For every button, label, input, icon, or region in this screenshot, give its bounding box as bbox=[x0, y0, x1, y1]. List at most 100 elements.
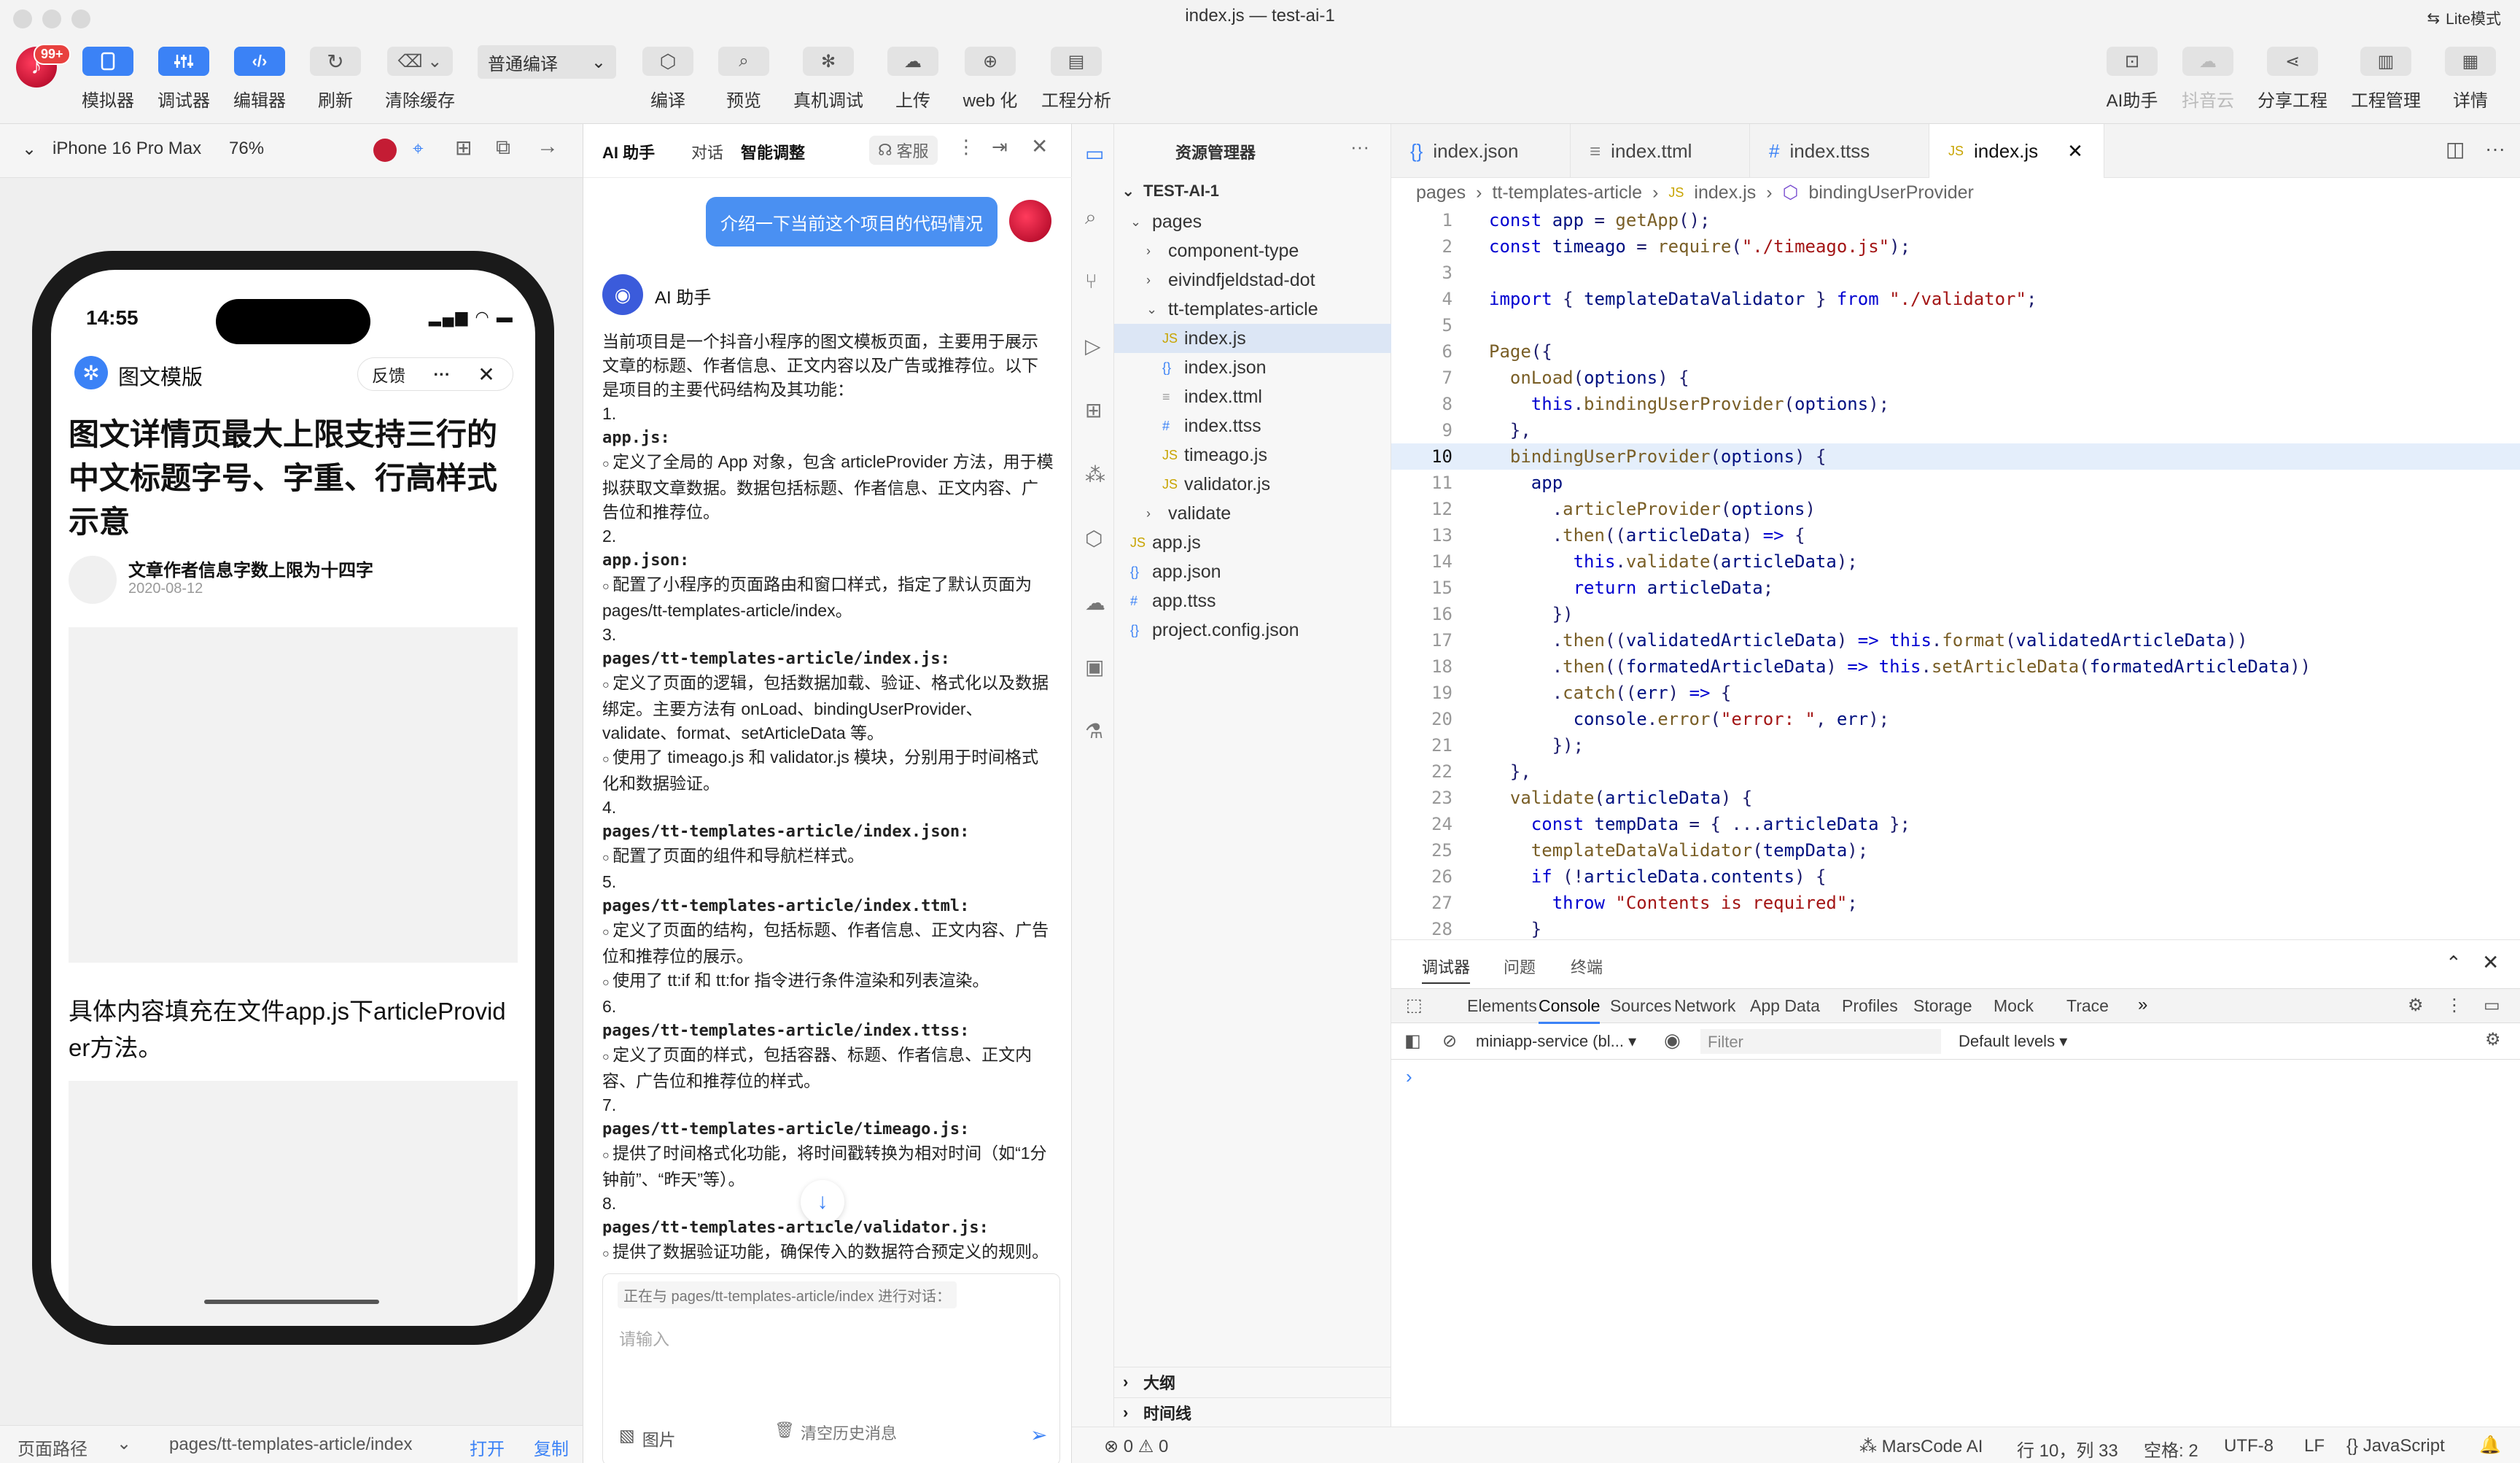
device-debug-button[interactable]: ✻ 真机调试 bbox=[790, 47, 866, 112]
bell-icon[interactable]: 🔔 bbox=[2479, 1435, 2501, 1456]
tree-item[interactable]: JS app.js bbox=[1114, 528, 1391, 557]
code-editor[interactable]: 1 const app = getApp(); 2 const timeago = … bbox=[1391, 207, 2520, 939]
close-icon[interactable]: ✕ bbox=[2482, 950, 2499, 974]
collapse-icon[interactable]: ⇥ bbox=[992, 136, 1008, 158]
devtools-tab-mock[interactable]: Mock bbox=[1994, 996, 2034, 1016]
ai-assistant-button[interactable]: ⊡ AI助手 bbox=[2094, 47, 2170, 112]
more-tabs-icon[interactable]: » bbox=[2138, 995, 2147, 1015]
chevron-down-icon[interactable]: ⌄ bbox=[22, 139, 36, 160]
tree-item[interactable]: ⌄ tt-templates-article bbox=[1114, 295, 1391, 324]
compile-mode-select[interactable]: 普通编译 ⌄ bbox=[478, 45, 616, 79]
chat-input[interactable]: 请输入 bbox=[619, 1325, 669, 1350]
tree-item[interactable]: {} index.json bbox=[1114, 353, 1391, 382]
dock-icon[interactable]: ▭ bbox=[2484, 995, 2500, 1016]
console-filter-input[interactable]: Filter bbox=[1700, 1029, 1941, 1054]
tab-index-ttml[interactable]: ≡ index.ttml bbox=[1571, 124, 1750, 178]
tab-chat[interactable]: 对话 bbox=[691, 140, 723, 163]
team-icon[interactable]: ⁂ bbox=[1085, 462, 1105, 486]
devtools-tab-app-data[interactable]: App Data bbox=[1750, 996, 1820, 1016]
scroll-down-button[interactable]: ↓ bbox=[801, 1180, 844, 1224]
clear-history-button[interactable]: 🗑 清空历史消息 bbox=[774, 1421, 897, 1444]
explorer-icon[interactable]: ▭ bbox=[1085, 141, 1104, 166]
preview-button[interactable]: ⌕ 预览 bbox=[706, 47, 782, 112]
settings-icon[interactable]: ⚙ bbox=[2485, 1029, 2501, 1050]
tree-item[interactable]: › eivindfjeldstad-dot bbox=[1114, 265, 1391, 295]
timeline-section[interactable]: › 时间线 bbox=[1114, 1397, 1391, 1427]
avatar[interactable] bbox=[373, 139, 397, 162]
eye-icon[interactable]: ◉ bbox=[1664, 1029, 1681, 1052]
context-select[interactable]: miniapp-service (bl... ▾ bbox=[1476, 1032, 1636, 1051]
breadcrumb-item[interactable]: bindingUserProvider bbox=[1808, 182, 1974, 203]
sidebar-toggle-icon[interactable]: ◧ bbox=[1404, 1031, 1421, 1052]
open-path-link[interactable]: 打开 bbox=[470, 1435, 505, 1460]
breadcrumb-item[interactable]: tt-templates-article bbox=[1492, 182, 1642, 203]
tab-index-ttss[interactable]: # index.ttss bbox=[1750, 124, 1929, 178]
tree-item[interactable]: JS timeago.js bbox=[1114, 441, 1391, 470]
debugger-button[interactable]: 调试器 bbox=[146, 47, 222, 112]
project-root[interactable]: ⌄ TEST-AI-1 bbox=[1114, 175, 1391, 207]
grid-icon[interactable]: ⊞ bbox=[455, 136, 472, 160]
tab-smart-tuning[interactable]: 智能调整 bbox=[741, 140, 805, 163]
tab-debugger[interactable]: 调试器 bbox=[1422, 955, 1471, 984]
copy-path-link[interactable]: 复制 bbox=[534, 1435, 569, 1460]
close-icon[interactable]: ✕ bbox=[464, 362, 508, 387]
tab-terminal[interactable]: 终端 bbox=[1571, 955, 1603, 978]
customer-service-button[interactable]: ☊ 客服 bbox=[869, 136, 938, 165]
web-button[interactable]: ⊕ web 化 bbox=[952, 47, 1028, 112]
monitor-icon[interactable]: ▣ bbox=[1085, 655, 1104, 679]
upload-button[interactable]: ☁ 上传 bbox=[875, 47, 951, 112]
devtools-tab-network[interactable]: Network bbox=[1674, 996, 1735, 1016]
cursor-position[interactable]: 行 10，列 33 bbox=[2017, 1436, 2118, 1462]
tab-index-js[interactable]: JS index.js ✕ bbox=[1929, 124, 2104, 178]
log-levels-select[interactable]: Default levels ▾ bbox=[1959, 1032, 2067, 1051]
problems-indicator[interactable]: ⊗ 0 ⚠ 0 bbox=[1104, 1436, 1168, 1457]
lite-mode-toggle[interactable]: ⇆ Lite模式 bbox=[2427, 7, 2501, 29]
language-mode[interactable]: {} JavaScript bbox=[2346, 1436, 2445, 1456]
indentation[interactable]: 空格: 2 bbox=[2144, 1436, 2198, 1462]
breadcrumb-item[interactable]: index.js bbox=[1694, 182, 1756, 203]
image-button[interactable]: ▧ 图片 bbox=[619, 1426, 676, 1451]
chevron-down-icon[interactable]: ⌄ bbox=[117, 1433, 131, 1454]
marscode-status[interactable]: ⁂ MarsCode AI bbox=[1859, 1436, 1983, 1457]
tree-item[interactable]: {} project.config.json bbox=[1114, 616, 1391, 645]
feedback-button[interactable]: 反馈 bbox=[358, 362, 419, 387]
devtools-tab-storage[interactable]: Storage bbox=[1913, 996, 1972, 1016]
more-icon[interactable]: ··· bbox=[2485, 137, 2505, 160]
split-editor-icon[interactable]: ◫ bbox=[2446, 137, 2465, 161]
cloud-icon[interactable]: ☁ bbox=[1085, 591, 1105, 615]
inspect-element-icon[interactable]: ⬚ bbox=[1406, 995, 1423, 1016]
clear-cache-button[interactable]: ⌫ ⌄ 清除缓存 bbox=[382, 47, 458, 112]
tree-item[interactable]: JS validator.js bbox=[1114, 470, 1391, 499]
chevron-up-icon[interactable]: ⌃ bbox=[2446, 952, 2462, 974]
devtools-tab-sources[interactable]: Sources bbox=[1610, 996, 1671, 1016]
console-prompt[interactable]: › bbox=[1406, 1066, 1412, 1088]
tree-item[interactable]: › validate bbox=[1114, 499, 1391, 528]
clear-console-icon[interactable]: ⊘ bbox=[1442, 1031, 1457, 1052]
devtools-tab-elements[interactable]: Elements bbox=[1467, 996, 1537, 1016]
simulator-button[interactable]: 模拟器 bbox=[70, 47, 146, 112]
devtools-tab-trace[interactable]: Trace bbox=[2066, 996, 2109, 1016]
test-icon[interactable]: ⚗ bbox=[1085, 719, 1103, 743]
line-ending[interactable]: LF bbox=[2304, 1436, 2325, 1456]
more-vertical-icon[interactable]: ⋮ bbox=[957, 136, 976, 158]
settings-icon[interactable]: ⚙ bbox=[2408, 995, 2424, 1016]
douyin-cloud-button[interactable]: ☁ 抖音云 bbox=[2170, 47, 2246, 112]
share-project-button[interactable]: ⋖ 分享工程 bbox=[2255, 47, 2330, 112]
project-manage-button[interactable]: ▥ 工程管理 bbox=[2348, 47, 2424, 112]
package-icon[interactable]: ⬡ bbox=[1085, 527, 1102, 551]
refresh-button[interactable]: ↻ 刷新 bbox=[298, 47, 373, 112]
tab-problems[interactable]: 问题 bbox=[1504, 955, 1536, 978]
more-icon[interactable]: ··· bbox=[419, 365, 464, 384]
breadcrumb-item[interactable]: pages bbox=[1416, 182, 1466, 203]
devtools-tab-console[interactable]: Console bbox=[1539, 996, 1601, 1024]
more-vertical-icon[interactable]: ⋮ bbox=[2446, 995, 2463, 1016]
tree-item[interactable]: # index.ttss bbox=[1114, 411, 1391, 441]
search-icon[interactable]: ⌕ bbox=[1085, 206, 1097, 230]
tree-item[interactable]: # app.ttss bbox=[1114, 586, 1391, 616]
project-analysis-button[interactable]: ▤ 工程分析 bbox=[1038, 47, 1114, 112]
encoding[interactable]: UTF-8 bbox=[2224, 1436, 2274, 1456]
extensions-icon[interactable]: ⊞ bbox=[1085, 398, 1102, 422]
source-control-icon[interactable]: ⑂ bbox=[1085, 270, 1097, 293]
external-icon[interactable]: ⧉ bbox=[496, 136, 510, 160]
tab-index-json[interactable]: {} index.json bbox=[1391, 124, 1571, 178]
